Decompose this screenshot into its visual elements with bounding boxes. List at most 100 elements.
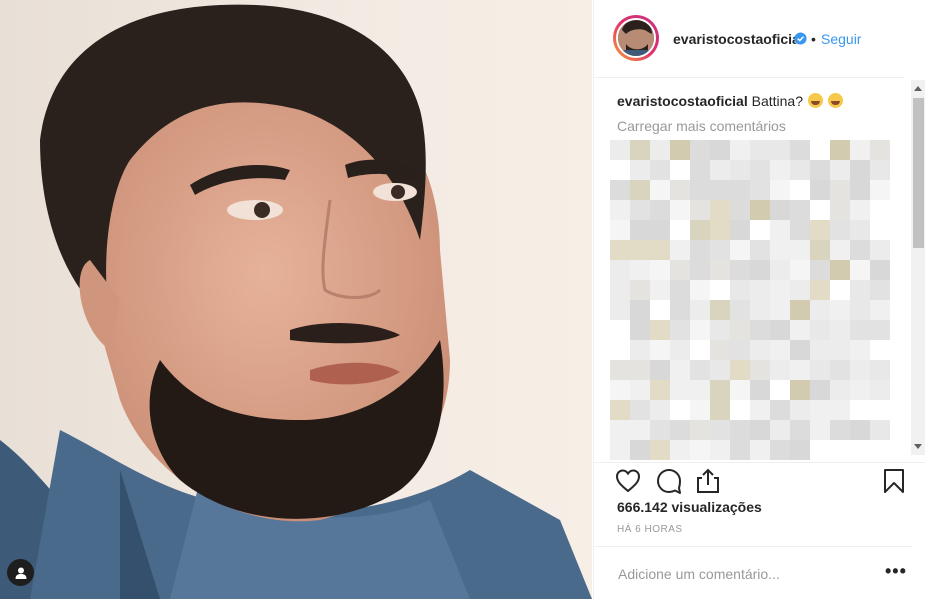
mosaic-cell [670, 420, 690, 440]
mosaic-cell [630, 280, 650, 300]
mosaic-cell [690, 140, 710, 160]
comments-scrollbar[interactable] [911, 80, 925, 455]
mosaic-cell [650, 160, 670, 180]
mosaic-cell [670, 440, 690, 460]
mosaic-cell [830, 360, 850, 380]
mosaic-cell [610, 140, 630, 160]
mosaic-cell [830, 280, 850, 300]
mosaic-cell [850, 300, 870, 320]
mosaic-cell [650, 320, 670, 340]
mosaic-cell [770, 240, 790, 260]
mosaic-cell [710, 360, 730, 380]
mosaic-cell [690, 380, 710, 400]
scroll-thumb[interactable] [913, 98, 924, 248]
load-more-comments-button[interactable]: Carregar mais comentários [617, 118, 786, 134]
mosaic-cell [810, 240, 830, 260]
mosaic-cell [710, 320, 730, 340]
mosaic-cell [610, 260, 630, 280]
mosaic-cell [870, 200, 890, 220]
mosaic-cell [850, 200, 870, 220]
comment-bubble-icon[interactable] [655, 467, 683, 495]
grinning-squinting-emoji [827, 93, 843, 108]
mosaic-cell [790, 180, 810, 200]
more-options-button[interactable]: ••• [885, 562, 907, 580]
user-tags-button[interactable] [7, 559, 34, 586]
mosaic-cell [630, 440, 650, 460]
mosaic-cell [690, 420, 710, 440]
mosaic-cell [850, 400, 870, 420]
mosaic-cell [730, 320, 750, 340]
mosaic-cell [750, 220, 770, 240]
mosaic-cell [830, 300, 850, 320]
bookmark-icon[interactable] [880, 467, 908, 495]
mosaic-cell [830, 400, 850, 420]
mosaic-cell [610, 360, 630, 380]
mosaic-cell [630, 140, 650, 160]
verified-badge-icon [794, 32, 807, 45]
mosaic-cell [670, 400, 690, 420]
avatar[interactable] [613, 15, 659, 61]
heart-icon[interactable] [614, 467, 642, 495]
username-link[interactable]: evaristocostaoficial [673, 31, 804, 47]
mosaic-cell [650, 340, 670, 360]
mosaic-cell [650, 220, 670, 240]
caption-username[interactable]: evaristocostaoficial [617, 93, 748, 109]
mosaic-cell [630, 320, 650, 340]
mosaic-cell [730, 380, 750, 400]
mosaic-cell [630, 380, 650, 400]
mosaic-cell [810, 140, 830, 160]
mosaic-cell [790, 420, 810, 440]
comments-list[interactable]: evaristocostaoficial Battina? Carregar m… [594, 80, 909, 462]
mosaic-cell [750, 300, 770, 320]
mosaic-cell [670, 220, 690, 240]
scroll-down-arrow-icon[interactable] [914, 444, 922, 449]
mosaic-cell [870, 280, 890, 300]
post-video[interactable] [0, 0, 592, 599]
mosaic-cell [630, 400, 650, 420]
mosaic-cell [770, 180, 790, 200]
mosaic-cell [690, 360, 710, 380]
post-timestamp[interactable]: HÁ 6 HORAS [617, 524, 683, 535]
follow-button[interactable]: Seguir [821, 31, 861, 47]
mosaic-cell [770, 260, 790, 280]
mosaic-cell [770, 400, 790, 420]
mosaic-cell [710, 220, 730, 240]
mosaic-cell [710, 240, 730, 260]
mosaic-cell [750, 420, 770, 440]
mosaic-cell [810, 300, 830, 320]
mosaic-cell [610, 300, 630, 320]
share-icon[interactable] [694, 467, 722, 495]
scroll-up-arrow-icon[interactable] [914, 86, 922, 91]
mosaic-cell [690, 160, 710, 180]
video-frame [0, 0, 592, 599]
mosaic-cell [830, 380, 850, 400]
mosaic-cell [750, 320, 770, 340]
mosaic-cell [670, 380, 690, 400]
mosaic-cell [610, 400, 630, 420]
mosaic-cell [610, 380, 630, 400]
mosaic-cell [650, 240, 670, 260]
mosaic-cell [830, 160, 850, 180]
mosaic-cell [770, 140, 790, 160]
caption: evaristocostaoficial Battina? [617, 93, 843, 109]
mosaic-cell [790, 200, 810, 220]
mosaic-cell [870, 180, 890, 200]
mosaic-cell [650, 380, 670, 400]
mosaic-cell [710, 440, 730, 460]
mosaic-cell [850, 260, 870, 280]
mosaic-cell [650, 140, 670, 160]
mosaic-cell [850, 320, 870, 340]
mosaic-cell [850, 420, 870, 440]
mosaic-cell [770, 300, 790, 320]
comment-input[interactable] [616, 562, 860, 586]
view-count[interactable]: 666.142 visualizações [617, 499, 762, 515]
mosaic-cell [850, 340, 870, 360]
mosaic-cell [630, 180, 650, 200]
mosaic-cell [790, 300, 810, 320]
mosaic-cell [810, 380, 830, 400]
mosaic-cell [790, 340, 810, 360]
mosaic-cell [630, 220, 650, 240]
mosaic-cell [650, 300, 670, 320]
mosaic-cell [770, 280, 790, 300]
mosaic-cell [610, 240, 630, 260]
